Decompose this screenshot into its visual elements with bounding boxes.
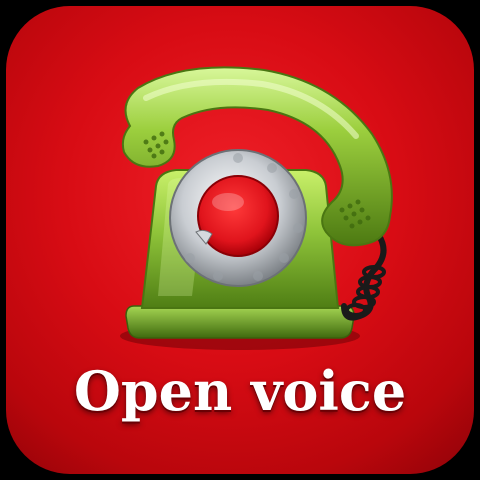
dial-center [197,175,279,257]
phone-base [125,305,355,339]
app-label: Open voice [73,359,407,423]
app-icon[interactable]: Open voice [6,6,474,474]
